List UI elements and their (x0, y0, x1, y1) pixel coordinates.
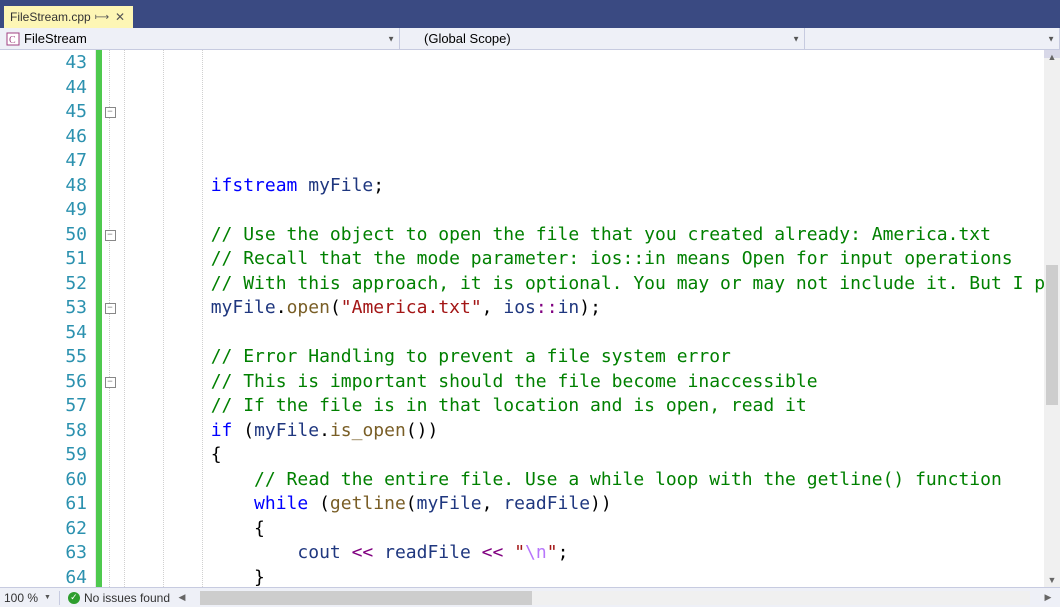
ok-check-icon: ✓ (68, 592, 80, 604)
nav-class-label: FileStream (24, 31, 87, 46)
code-line[interactable]: } (124, 566, 1044, 588)
fold-toggle-icon[interactable]: − (105, 107, 116, 118)
scroll-left-arrow-icon[interactable]: ◀ (176, 592, 188, 603)
horizontal-scrollbar[interactable]: ◀ ▶ (170, 591, 1060, 605)
vertical-scrollbar[interactable]: ▲ ▼ (1044, 50, 1060, 587)
chevron-down-icon: ▼ (792, 34, 800, 43)
code-line[interactable]: // Read the entire file. Use a while loo… (124, 468, 1044, 493)
code-line[interactable]: { (124, 517, 1044, 542)
line-number: 54 (0, 321, 87, 346)
line-number: 55 (0, 345, 87, 370)
line-number: 43 (0, 51, 87, 76)
code-line[interactable] (124, 321, 1044, 346)
status-bar: 100 % ▼ ✓ No issues found ◀ ▶ (0, 587, 1060, 607)
fold-toggle-icon[interactable]: − (105, 303, 116, 314)
code-line[interactable]: // Recall that the mode parameter: ios::… (124, 247, 1044, 272)
scroll-up-arrow-icon[interactable]: ▲ (1044, 52, 1060, 62)
horizontal-scroll-track[interactable] (200, 591, 1030, 605)
code-line[interactable]: // Use the object to open the file that … (124, 223, 1044, 248)
issues-status[interactable]: ✓ No issues found (64, 591, 170, 605)
horizontal-scroll-thumb[interactable] (200, 591, 532, 605)
code-line[interactable]: myFile.open("America.txt", ios::in); (124, 296, 1044, 321)
code-line[interactable]: ifstream myFile; (124, 174, 1044, 199)
line-number-gutter: 4344454647484950515253545556575859606162… (0, 50, 96, 587)
line-number: 47 (0, 149, 87, 174)
document-tab-bar: FileStream.cpp ⟼ ✕ (0, 4, 1060, 28)
zoom-dropdown-icon[interactable]: ▼ (40, 594, 55, 601)
scroll-right-arrow-icon[interactable]: ▶ (1042, 592, 1054, 603)
code-line[interactable]: cout << readFile << "\n"; (124, 541, 1044, 566)
code-line[interactable]: // With this approach, it is optional. Y… (124, 272, 1044, 297)
vertical-scroll-thumb[interactable] (1046, 265, 1058, 405)
close-icon[interactable]: ✕ (113, 10, 127, 24)
nav-scope-dropdown[interactable]: (Global Scope) ▼ (400, 28, 805, 49)
code-line[interactable]: { (124, 443, 1044, 468)
svg-text:C: C (9, 35, 16, 46)
line-number: 64 (0, 566, 87, 591)
line-number: 61 (0, 492, 87, 517)
line-number: 62 (0, 517, 87, 542)
code-line[interactable]: while (getline(myFile, readFile)) (124, 492, 1044, 517)
code-editor: 4344454647484950515253545556575859606162… (0, 50, 1060, 587)
code-area[interactable]: ifstream myFile; // Use the object to op… (118, 50, 1044, 587)
line-number: 45 (0, 100, 87, 125)
status-divider (59, 591, 60, 605)
line-number: 60 (0, 468, 87, 493)
fold-toggle-icon[interactable]: − (105, 230, 116, 241)
issues-status-text: No issues found (84, 591, 170, 605)
chevron-down-icon: ▼ (387, 34, 395, 43)
line-number: 49 (0, 198, 87, 223)
document-tab-active[interactable]: FileStream.cpp ⟼ ✕ (4, 6, 133, 28)
nav-scope-label: (Global Scope) (424, 31, 511, 46)
line-number: 44 (0, 76, 87, 101)
navigation-bar: C FileStream ▼ (Global Scope) ▼ ▼ (0, 28, 1060, 50)
tab-filename: FileStream.cpp (10, 10, 91, 24)
line-number: 50 (0, 223, 87, 248)
pin-icon[interactable]: ⟼ (95, 12, 109, 23)
code-line[interactable]: // Error Handling to prevent a file syst… (124, 345, 1044, 370)
line-number: 52 (0, 272, 87, 297)
line-number: 63 (0, 541, 87, 566)
code-line[interactable] (124, 198, 1044, 223)
chevron-down-icon: ▼ (1047, 34, 1055, 43)
line-number: 57 (0, 394, 87, 419)
fold-toggle-icon[interactable]: − (105, 377, 116, 388)
line-number: 46 (0, 125, 87, 150)
class-icon: C (6, 32, 20, 46)
code-line[interactable]: // If the file is in that location and i… (124, 394, 1044, 419)
line-number: 51 (0, 247, 87, 272)
line-number: 48 (0, 174, 87, 199)
line-number: 59 (0, 443, 87, 468)
zoom-level[interactable]: 100 % (0, 591, 40, 605)
line-number: 58 (0, 419, 87, 444)
scroll-down-arrow-icon[interactable]: ▼ (1044, 575, 1060, 585)
code-line[interactable]: // This is important should the file bec… (124, 370, 1044, 395)
nav-member-dropdown[interactable]: ▼ (805, 28, 1060, 49)
line-number: 56 (0, 370, 87, 395)
code-line[interactable]: if (myFile.is_open()) (124, 419, 1044, 444)
nav-class-dropdown[interactable]: C FileStream ▼ (0, 28, 400, 49)
code-folding-column[interactable]: − − − − (102, 50, 118, 587)
line-number: 53 (0, 296, 87, 321)
